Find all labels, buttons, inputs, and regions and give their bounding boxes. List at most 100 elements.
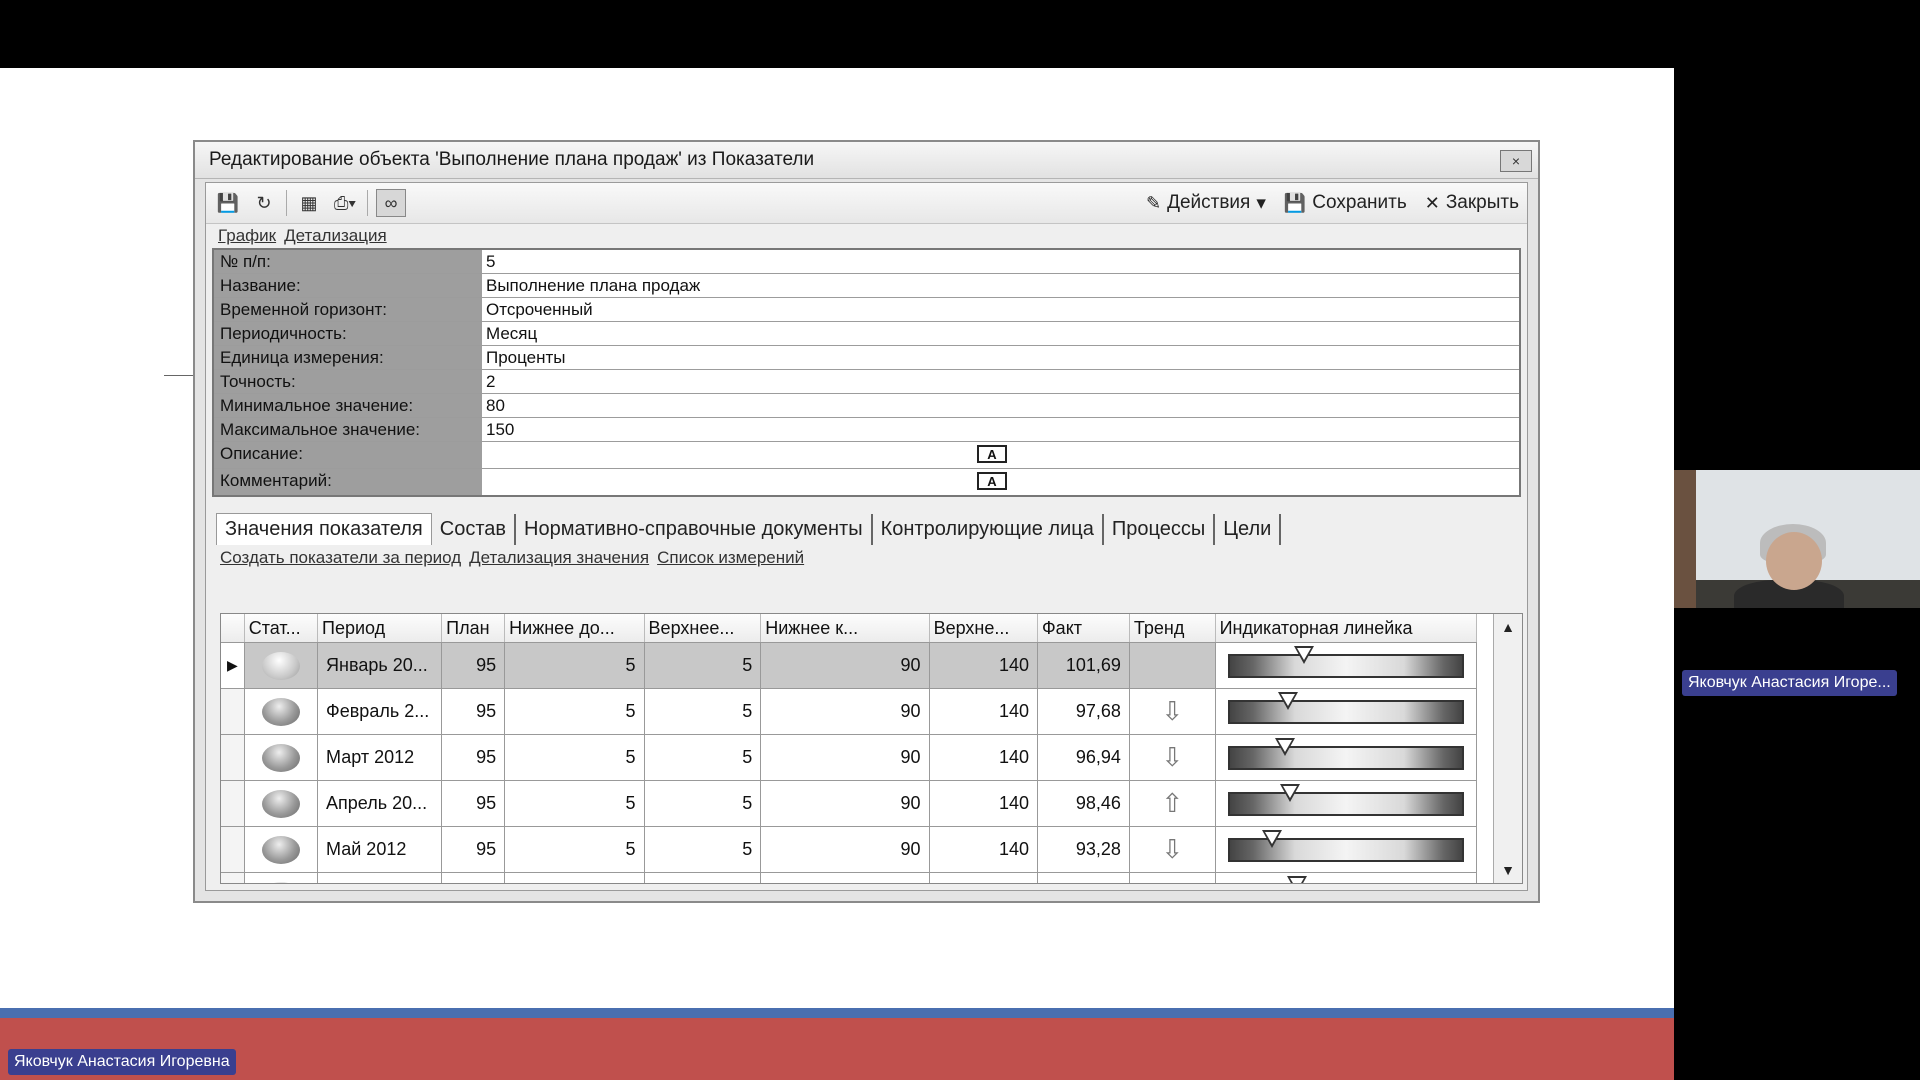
tab-indicator-values[interactable]: Значения показателя [216,513,432,545]
table-row[interactable]: Май 2012 95 5 5 90 140 93,28 ⇩ [221,826,1478,873]
property-row: Минимальное значение: 80 [214,394,1519,418]
window-close-button[interactable]: × [1500,150,1532,172]
status-indicator-icon [261,651,300,680]
column-header[interactable]: Индикаторная линейка [1215,614,1478,643]
trend-cell [1129,642,1216,689]
property-label: № п/п: [214,250,482,273]
indicator-scale [1227,691,1464,724]
tab-reference-documents[interactable]: Нормативно-справочные документы [516,514,873,545]
indicator-marker-icon [1277,691,1298,710]
indicator-scale [1227,645,1464,678]
property-label: Точность: [214,370,482,393]
webcam-name-tag: Яковчук Анастасия Игоре... [1682,670,1897,696]
upper-critical-cell: 140 [929,642,1039,689]
table-row[interactable]: ▶ Январь 20... 95 5 5 90 140 101,69 [221,642,1478,689]
scroll-up-icon[interactable]: ▲ [1494,614,1522,640]
toolbar-separator [367,190,368,216]
close-button[interactable]: ✕ Закрыть [1425,192,1519,214]
status-indicator-icon [261,881,300,883]
lower-tolerance-cell: 5 [504,642,645,689]
value-detail-link[interactable]: Детализация значения [469,548,649,568]
property-label: Минимальное значение: [214,394,482,417]
column-header[interactable]: Стат... [244,614,319,643]
plan-cell: 95 [441,688,506,735]
table-row[interactable]: Февраль 2... 95 5 5 90 140 97,68 ⇩ [221,688,1478,735]
table-icon[interactable]: ▦ [295,190,323,216]
lower-critical-cell: 90 [760,826,930,873]
property-value-min[interactable]: 80 [482,394,1519,417]
save-icon[interactable]: 💾 [214,190,242,216]
chart-link[interactable]: График [218,226,276,246]
property-label: Комментарий: [214,469,482,495]
property-value-number[interactable]: 5 [482,250,1519,273]
upper-critical-cell: 140 [929,780,1039,827]
trend-cell: ⇩ [1129,826,1216,873]
property-value-name[interactable]: Выполнение плана продаж [482,274,1519,297]
refresh-icon[interactable]: ↻ [250,190,278,216]
window-title: Редактирование объекта 'Выполнение плана… [209,149,815,170]
table-header-row: Стат... Период План Нижнее до... Верхнее… [221,614,1478,643]
column-header[interactable]: Верхне... [929,614,1039,643]
property-value-precision[interactable]: 2 [482,370,1519,393]
property-label: Временной горизонт: [214,298,482,321]
indicator-marker-icon [1275,737,1296,756]
column-header[interactable]: Нижнее к... [760,614,930,643]
table-row[interactable]: Март 2012 95 5 5 90 140 96,94 ⇩ [221,734,1478,781]
trend-cell: ⇧ [1129,780,1216,827]
toolbar-separator [286,190,287,216]
indicator-cell [1215,642,1478,689]
link-icon[interactable]: ∞ [376,189,406,217]
print-icon[interactable]: ⎙▾ [331,190,359,216]
scroll-down-icon[interactable]: ▼ [1494,857,1522,883]
column-header[interactable]: Период [317,614,443,643]
property-row: Единица измерения: Проценты [214,346,1519,370]
property-value-max[interactable]: 150 [482,418,1519,441]
upper-critical-cell: 140 [929,688,1039,735]
column-header[interactable]: Тренд [1129,614,1216,643]
tab-goals[interactable]: Цели [1215,514,1282,545]
fact-cell: 100,12 [1037,872,1130,883]
table-row[interactable]: Апрель 20... 95 5 5 90 140 98,46 ⇧ [221,780,1478,827]
trend-down-arrow-icon: ⇩ [1161,696,1184,726]
property-value-comment[interactable]: A [482,469,1519,495]
property-value-unit[interactable]: Проценты [482,346,1519,369]
table-row[interactable]: Июнь 2012955590140100,12⇧ [221,872,1478,883]
participant-video [1674,470,1920,608]
detail-link[interactable]: Детализация [284,226,387,246]
tab-processes[interactable]: Процессы [1104,514,1216,545]
save-icon: 💾 [1283,192,1307,213]
indicator-marker-icon [1280,783,1301,802]
speaker-name-tag: Яковчук Анастасия Игоревна [8,1049,236,1075]
save-button[interactable]: 💾 Сохранить [1284,192,1407,214]
column-header[interactable]: План [441,614,506,643]
text-editor-icon[interactable]: A [977,472,1007,490]
actions-label: Действия [1167,192,1251,213]
measurements-list-link[interactable]: Список измерений [657,548,804,568]
window-titlebar: Редактирование объекта 'Выполнение плана… [195,142,1538,179]
actions-menu-button[interactable]: ✎ Действия ▾ [1146,192,1266,215]
property-value-periodicity[interactable]: Месяц [482,322,1519,345]
indicator-cell [1215,734,1478,781]
decorative-line [164,375,194,376]
tab-controllers[interactable]: Контролирующие лица [873,514,1104,545]
upper-critical-cell: 140 [929,872,1039,883]
trend-cell: ⇩ [1129,734,1216,781]
column-header[interactable]: Верхнее... [644,614,762,643]
property-value-horizon[interactable]: Отсроченный [482,298,1519,321]
column-header[interactable]: Факт [1037,614,1130,643]
text-editor-icon[interactable]: A [977,445,1007,463]
view-links: График Детализация [206,224,1527,248]
period-cell: Февраль 2... [317,688,443,735]
create-period-values-link[interactable]: Создать показатели за период [220,548,461,568]
grid-scrollbar[interactable]: ▲ ▼ [1493,614,1522,883]
status-indicator-icon [261,835,300,864]
indicator-scale [1227,829,1464,862]
status-cell [244,780,319,827]
trend-down-arrow-icon: ⇩ [1161,742,1184,772]
column-header[interactable]: Нижнее до... [504,614,645,643]
property-value-description[interactable]: A [482,442,1519,468]
lower-critical-cell: 90 [760,734,930,781]
indicator-marker-icon [1287,875,1308,883]
period-cell: Апрель 20... [317,780,443,827]
tab-composition[interactable]: Состав [432,514,516,545]
